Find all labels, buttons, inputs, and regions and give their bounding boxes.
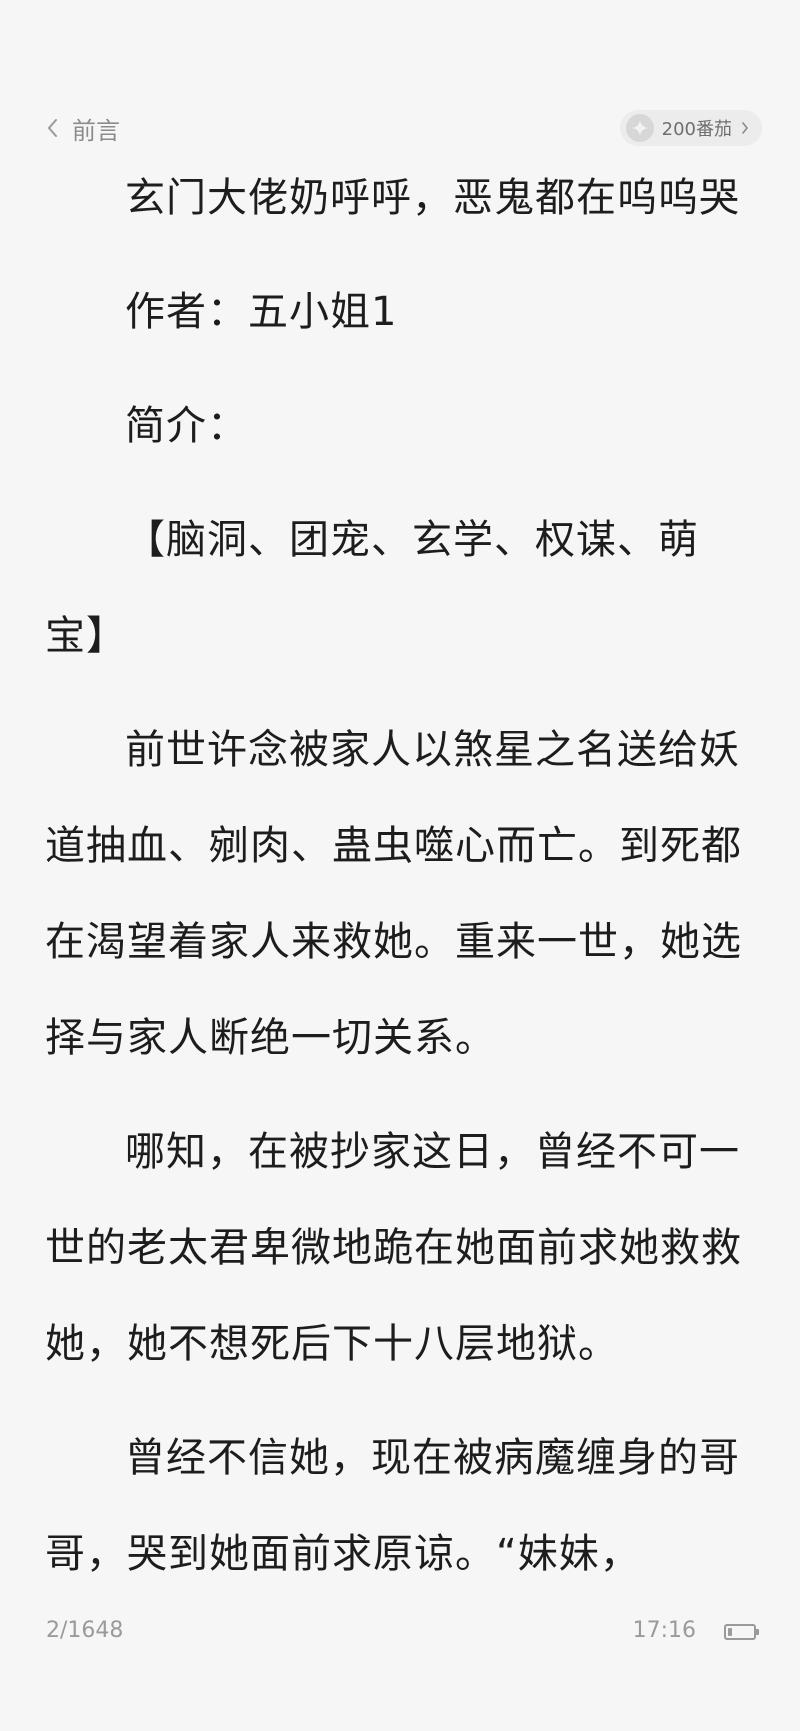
sparkle-icon: [631, 120, 648, 136]
page-indicator: 2/1648: [46, 1618, 124, 1643]
author-line: 作者：五小姐1: [125, 289, 398, 335]
intro-paragraph: 曾经不信她，现在被病魔缠身的哥哥，哭到她面前求原谅。“妹妹，: [45, 1435, 740, 1577]
reading-content[interactable]: 玄门大佬奶呼呼，恶鬼都在呜呜哭 作者：五小姐1 简介： 【脑洞、团宠、玄学、权谋…: [45, 150, 757, 1620]
intro-heading: 简介：: [125, 403, 248, 449]
battery-icon: [724, 1624, 759, 1640]
tags-line: 【脑洞、团宠、玄学、权谋、萌宝】: [45, 517, 699, 659]
reader-footer: 2/1648 17:16: [0, 1612, 800, 1652]
battery-level: [728, 1628, 732, 1636]
coin-balance-button[interactable]: 200番茄: [619, 110, 762, 146]
intro-paragraph: 前世许念被家人以煞星之名送给妖道抽血、剜肉、蛊虫噬心而亡。到死都在渴望着家人来救…: [45, 727, 742, 1061]
chapter-title: 前言: [72, 116, 120, 145]
chevron-left-icon: [48, 119, 57, 137]
coin-badge: [625, 114, 654, 142]
reader-header: 前言 200番茄: [0, 106, 800, 150]
intro-paragraph: 哪知，在被抄家这日，曾经不可一世的老太君卑微地跪在她面前求她救救她，她不想死后下…: [45, 1129, 742, 1367]
coin-label: 200番茄: [661, 119, 732, 140]
back-button[interactable]: 前言: [44, 106, 120, 150]
book-title: 玄门大佬奶呼呼，恶鬼都在呜呜哭: [125, 175, 740, 221]
clock: 17:16: [632, 1618, 696, 1643]
chevron-right-icon: [742, 122, 748, 134]
